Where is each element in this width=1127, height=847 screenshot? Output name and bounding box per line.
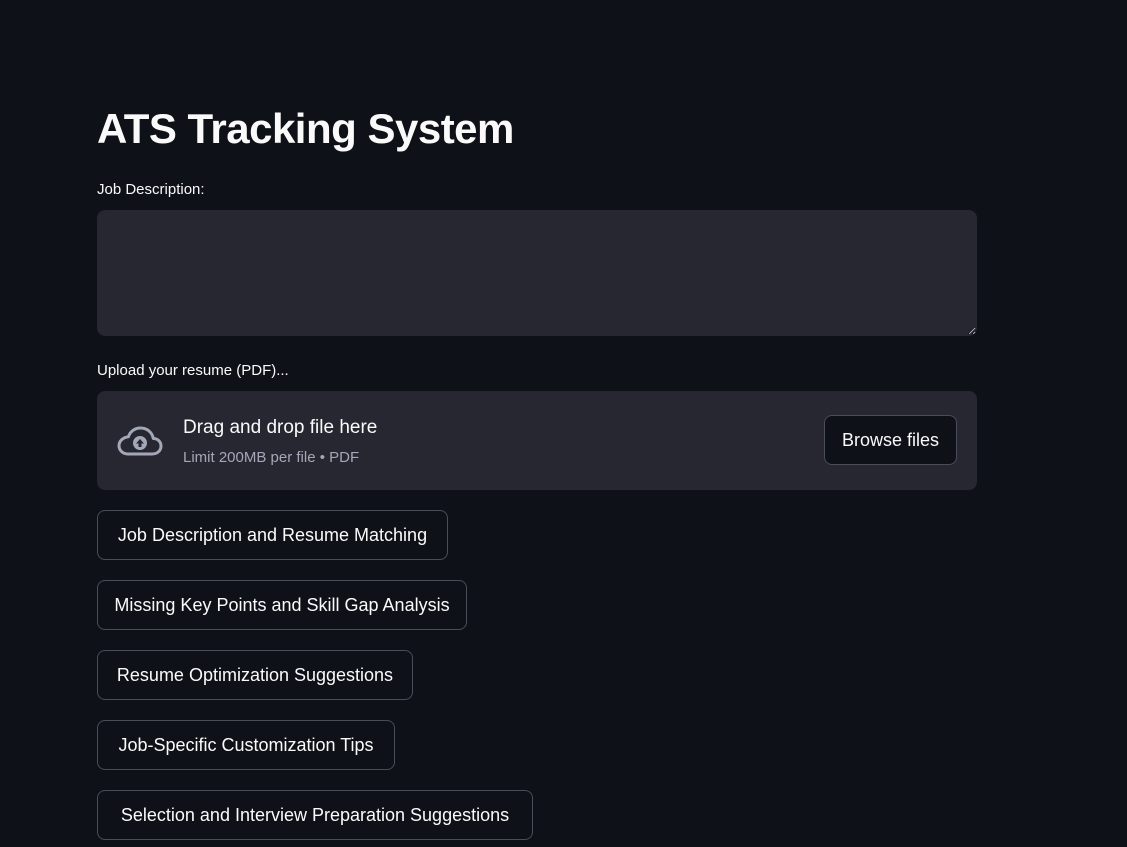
- file-dropzone[interactable]: Drag and drop file here Limit 200MB per …: [97, 391, 977, 490]
- page-title: ATS Tracking System: [97, 105, 514, 152]
- dropzone-title: Drag and drop file here: [183, 417, 378, 438]
- interview-preparation-button[interactable]: Selection and Interview Preparation Sugg…: [97, 790, 533, 840]
- job-description-label: Job Description:: [97, 181, 205, 198]
- resume-optimization-button[interactable]: Resume Optimization Suggestions: [97, 650, 413, 700]
- cloud-upload-icon: [115, 421, 165, 461]
- browse-files-button[interactable]: Browse files: [824, 415, 957, 465]
- customization-tips-button[interactable]: Job-Specific Customization Tips: [97, 720, 395, 770]
- job-description-input[interactable]: [97, 210, 977, 336]
- skill-gap-analysis-button[interactable]: Missing Key Points and Skill Gap Analysi…: [97, 580, 467, 630]
- dropzone-limit-text: Limit 200MB per file • PDF: [183, 449, 360, 466]
- resume-upload-label: Upload your resume (PDF)...: [97, 362, 289, 379]
- jd-resume-matching-button[interactable]: Job Description and Resume Matching: [97, 510, 448, 560]
